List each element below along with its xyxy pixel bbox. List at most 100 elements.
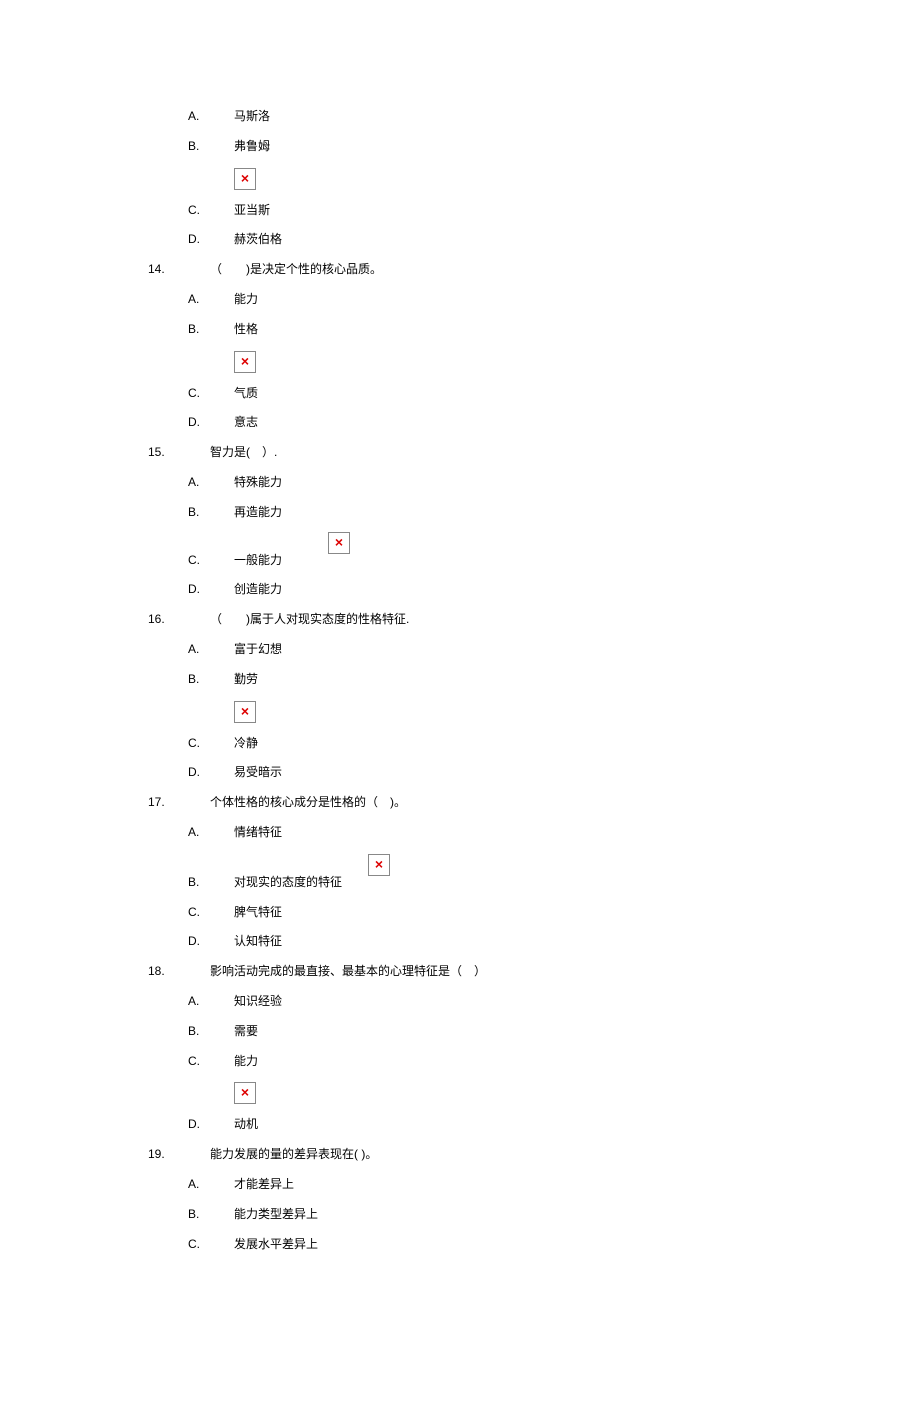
q15-option-b: B. 再造能力 (148, 504, 920, 521)
q16-option-d: D. 易受暗示 (148, 764, 920, 781)
option-letter: B. (148, 321, 234, 338)
option-text: 气质 (234, 385, 258, 402)
q13-option-a: A. 马斯洛 (148, 108, 920, 125)
option-letter: A. (148, 291, 234, 308)
question-number: 16. (148, 611, 210, 628)
option-letter: A. (148, 641, 234, 658)
option-text: 创造能力 (234, 581, 282, 598)
option-text: 脾气特征 (234, 904, 282, 921)
option-text: 发展水平差异上 (234, 1236, 318, 1253)
option-text: 动机 (234, 1116, 258, 1133)
missing-image-icon (234, 701, 256, 723)
broken-image-row (234, 701, 920, 723)
q18-option-b: B. 需要 (148, 1023, 920, 1040)
option-letter: B. (148, 1206, 234, 1223)
q15-option-a: A. 特殊能力 (148, 474, 920, 491)
option-letter: A. (148, 1176, 234, 1193)
option-letter: D. (148, 764, 234, 781)
q13-option-c: C. 亚当斯 (148, 202, 920, 219)
question-18: 18. 影响活动完成的最直接、最基本的心理特征是（ ） (148, 963, 920, 980)
option-text: 再造能力 (234, 504, 282, 521)
option-text: 认知特征 (234, 933, 282, 950)
option-text: 能力 (234, 1053, 258, 1070)
q17-option-c: C. 脾气特征 (148, 904, 920, 921)
option-text: 勤劳 (234, 671, 258, 688)
option-letter: B. (148, 138, 234, 155)
broken-image-row (234, 1082, 920, 1104)
missing-image-icon (368, 854, 390, 876)
q15-option-c: C. 一般能力 (148, 552, 920, 569)
option-text: 易受暗示 (234, 764, 282, 781)
q18-option-a: A. 知识经验 (148, 993, 920, 1010)
option-letter: D. (148, 231, 234, 248)
option-text: 亚当斯 (234, 202, 270, 219)
question-19: 19. 能力发展的量的差异表现在( )。 (148, 1146, 920, 1163)
question-text: 个体性格的核心成分是性格的（ )。 (210, 794, 406, 811)
option-text: 赫茨伯格 (234, 231, 282, 248)
missing-image-icon (234, 1082, 256, 1104)
q16-option-c: C. 冷静 (148, 735, 920, 752)
option-text: 能力类型差异上 (234, 1206, 318, 1223)
option-letter: C. (148, 385, 234, 402)
option-text: 情绪特征 (234, 824, 282, 841)
q16-option-b: B. 勤劳 (148, 671, 920, 688)
question-number: 17. (148, 794, 210, 811)
question-number: 18. (148, 963, 210, 980)
option-letter: A. (148, 824, 234, 841)
option-text: 意志 (234, 414, 258, 431)
q13-option-d: D. 赫茨伯格 (148, 231, 920, 248)
question-15: 15. 智力是( ）. (148, 444, 920, 461)
question-14: 14. （ )是决定个性的核心品质。 (148, 261, 920, 278)
option-text: 一般能力 (234, 552, 282, 569)
option-text: 需要 (234, 1023, 258, 1040)
broken-image-row (328, 532, 920, 554)
broken-image-row (368, 854, 920, 876)
q15-option-d: D. 创造能力 (148, 581, 920, 598)
question-text: （ )属于人对现实态度的性格特征. (210, 611, 409, 628)
option-letter: D. (148, 581, 234, 598)
option-text: 才能差异上 (234, 1176, 294, 1193)
q17-option-a: A. 情绪特征 (148, 824, 920, 841)
q14-option-c: C. 气质 (148, 385, 920, 402)
option-letter: B. (148, 504, 234, 521)
broken-image-row (234, 168, 920, 190)
option-letter: B. (148, 1023, 234, 1040)
question-text: 智力是( ）. (210, 444, 277, 461)
option-letter: C. (148, 552, 234, 569)
option-letter: D. (148, 414, 234, 431)
option-text: 性格 (234, 321, 258, 338)
option-letter: A. (148, 993, 234, 1010)
option-text: 冷静 (234, 735, 258, 752)
q14-option-b: B. 性格 (148, 321, 920, 338)
missing-image-icon (234, 351, 256, 373)
missing-image-icon (234, 168, 256, 190)
q19-option-a: A. 才能差异上 (148, 1176, 920, 1193)
q14-option-a: A. 能力 (148, 291, 920, 308)
option-letter: C. (148, 1053, 234, 1070)
option-letter: C. (148, 735, 234, 752)
q16-option-a: A. 富于幻想 (148, 641, 920, 658)
question-number: 14. (148, 261, 210, 278)
question-16: 16. （ )属于人对现实态度的性格特征. (148, 611, 920, 628)
option-letter: C. (148, 1236, 234, 1253)
option-letter: B. (148, 671, 234, 688)
option-text: 富于幻想 (234, 641, 282, 658)
q17-option-d: D. 认知特征 (148, 933, 920, 950)
broken-image-row (234, 351, 920, 373)
option-letter: A. (148, 474, 234, 491)
option-letter: B. (148, 874, 234, 891)
q19-option-b: B. 能力类型差异上 (148, 1206, 920, 1223)
option-text: 马斯洛 (234, 108, 270, 125)
q18-option-c: C. 能力 (148, 1053, 920, 1070)
question-17: 17. 个体性格的核心成分是性格的（ )。 (148, 794, 920, 811)
option-text: 知识经验 (234, 993, 282, 1010)
q13-option-b: B. 弗鲁姆 (148, 138, 920, 155)
option-text: 对现实的态度的特征 (234, 874, 342, 891)
option-text: 能力 (234, 291, 258, 308)
question-text: （ )是决定个性的核心品质。 (210, 261, 382, 278)
q19-option-c: C. 发展水平差异上 (148, 1236, 920, 1253)
option-letter: C. (148, 202, 234, 219)
option-letter: D. (148, 1116, 234, 1133)
q18-option-d: D. 动机 (148, 1116, 920, 1133)
question-number: 15. (148, 444, 210, 461)
